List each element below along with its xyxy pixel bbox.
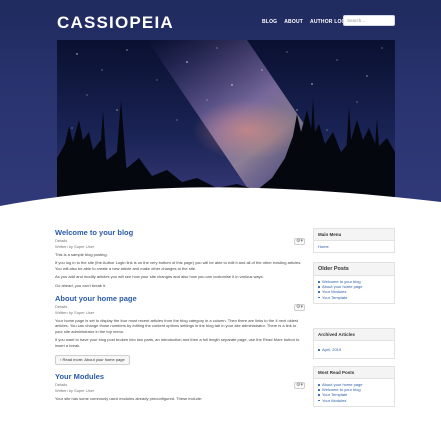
- nav-about[interactable]: ABOUT: [284, 18, 303, 26]
- gear-icon[interactable]: ⚙▾: [294, 238, 305, 245]
- article-paragraph: If you log in to the site (the Author Lo…: [55, 260, 302, 271]
- article-title[interactable]: Welcome to your blog: [55, 228, 305, 238]
- module-title: Main Menu: [314, 229, 394, 241]
- archived-articles-module: Archived Articles April, 2019: [313, 328, 395, 360]
- list-item[interactable]: Your Template: [318, 295, 390, 300]
- most-read-module: Most Read Posts About your home page Wel…: [313, 366, 395, 407]
- article-paragraph: Your site has some commonly used modules…: [55, 396, 203, 402]
- article-home-page: About your home page ⚙▾ Details Written …: [55, 294, 305, 366]
- module-title: Archived Articles: [314, 329, 394, 341]
- search-input[interactable]: [343, 15, 395, 26]
- article-author: Written by Super User: [55, 243, 95, 249]
- article-welcome: Welcome to your blog ⚙▾ Details Written …: [55, 228, 305, 288]
- article-paragraph: Go ahead, you can't break it.: [55, 282, 107, 288]
- top-nav: BLOG ABOUT AUTHOR LOGIN: [262, 18, 351, 26]
- header-wave: [0, 187, 441, 222]
- list-item[interactable]: April, 2019: [318, 347, 390, 352]
- list-item[interactable]: Your Modules: [318, 398, 390, 403]
- nav-blog[interactable]: BLOG: [262, 18, 277, 26]
- older-posts-module: Older Posts Welcome to your blog About y…: [313, 262, 395, 304]
- site-header: CASSIOPEIA BLOG ABOUT AUTHOR LOGIN: [0, 0, 441, 222]
- article-paragraph: This is a sample blog posting.: [55, 252, 108, 257]
- site-brand[interactable]: CASSIOPEIA: [57, 13, 174, 33]
- article-title[interactable]: Your Modules: [55, 372, 305, 382]
- gear-icon[interactable]: ⚙▾: [294, 382, 305, 390]
- article-paragraph: As you add and modify articles you will …: [55, 274, 264, 280]
- article-author: Written by Super User: [55, 387, 95, 393]
- article-modules: Your Modules ⚙▾ Details Written by Super…: [55, 372, 305, 401]
- article-author: Written by Super User: [55, 309, 95, 315]
- article-title[interactable]: About your home page: [55, 294, 305, 304]
- read-more-button[interactable]: › Read more: About your home page: [55, 355, 130, 366]
- article-paragraph: If you want to have your blog post broke…: [55, 337, 300, 348]
- gear-icon[interactable]: ⚙▾: [294, 304, 305, 312]
- menu-item-home[interactable]: Home: [314, 241, 394, 252]
- module-title: Most Read Posts: [314, 367, 394, 379]
- main-menu-module: Main Menu Home: [313, 228, 395, 253]
- article-paragraph: Your home page is set to display the fou…: [55, 318, 299, 334]
- module-title: Older Posts: [314, 263, 394, 276]
- main-content: Welcome to your blog ⚙▾ Details Written …: [55, 228, 305, 401]
- read-more-label: Read more: About your home page: [62, 357, 125, 363]
